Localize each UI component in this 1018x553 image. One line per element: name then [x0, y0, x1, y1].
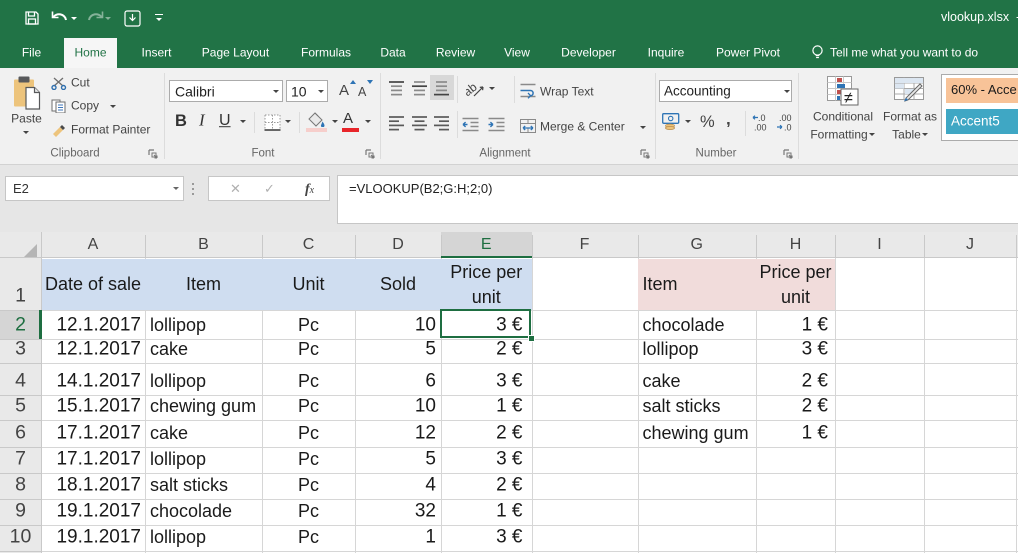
svg-text:.00: .00: [754, 123, 767, 133]
svg-text:.0: .0: [784, 123, 792, 133]
svg-text:.00: .00: [779, 113, 792, 123]
svg-text:≠: ≠: [844, 90, 853, 107]
svg-text:.0: .0: [758, 113, 766, 123]
svg-text:ab: ab: [466, 80, 480, 99]
